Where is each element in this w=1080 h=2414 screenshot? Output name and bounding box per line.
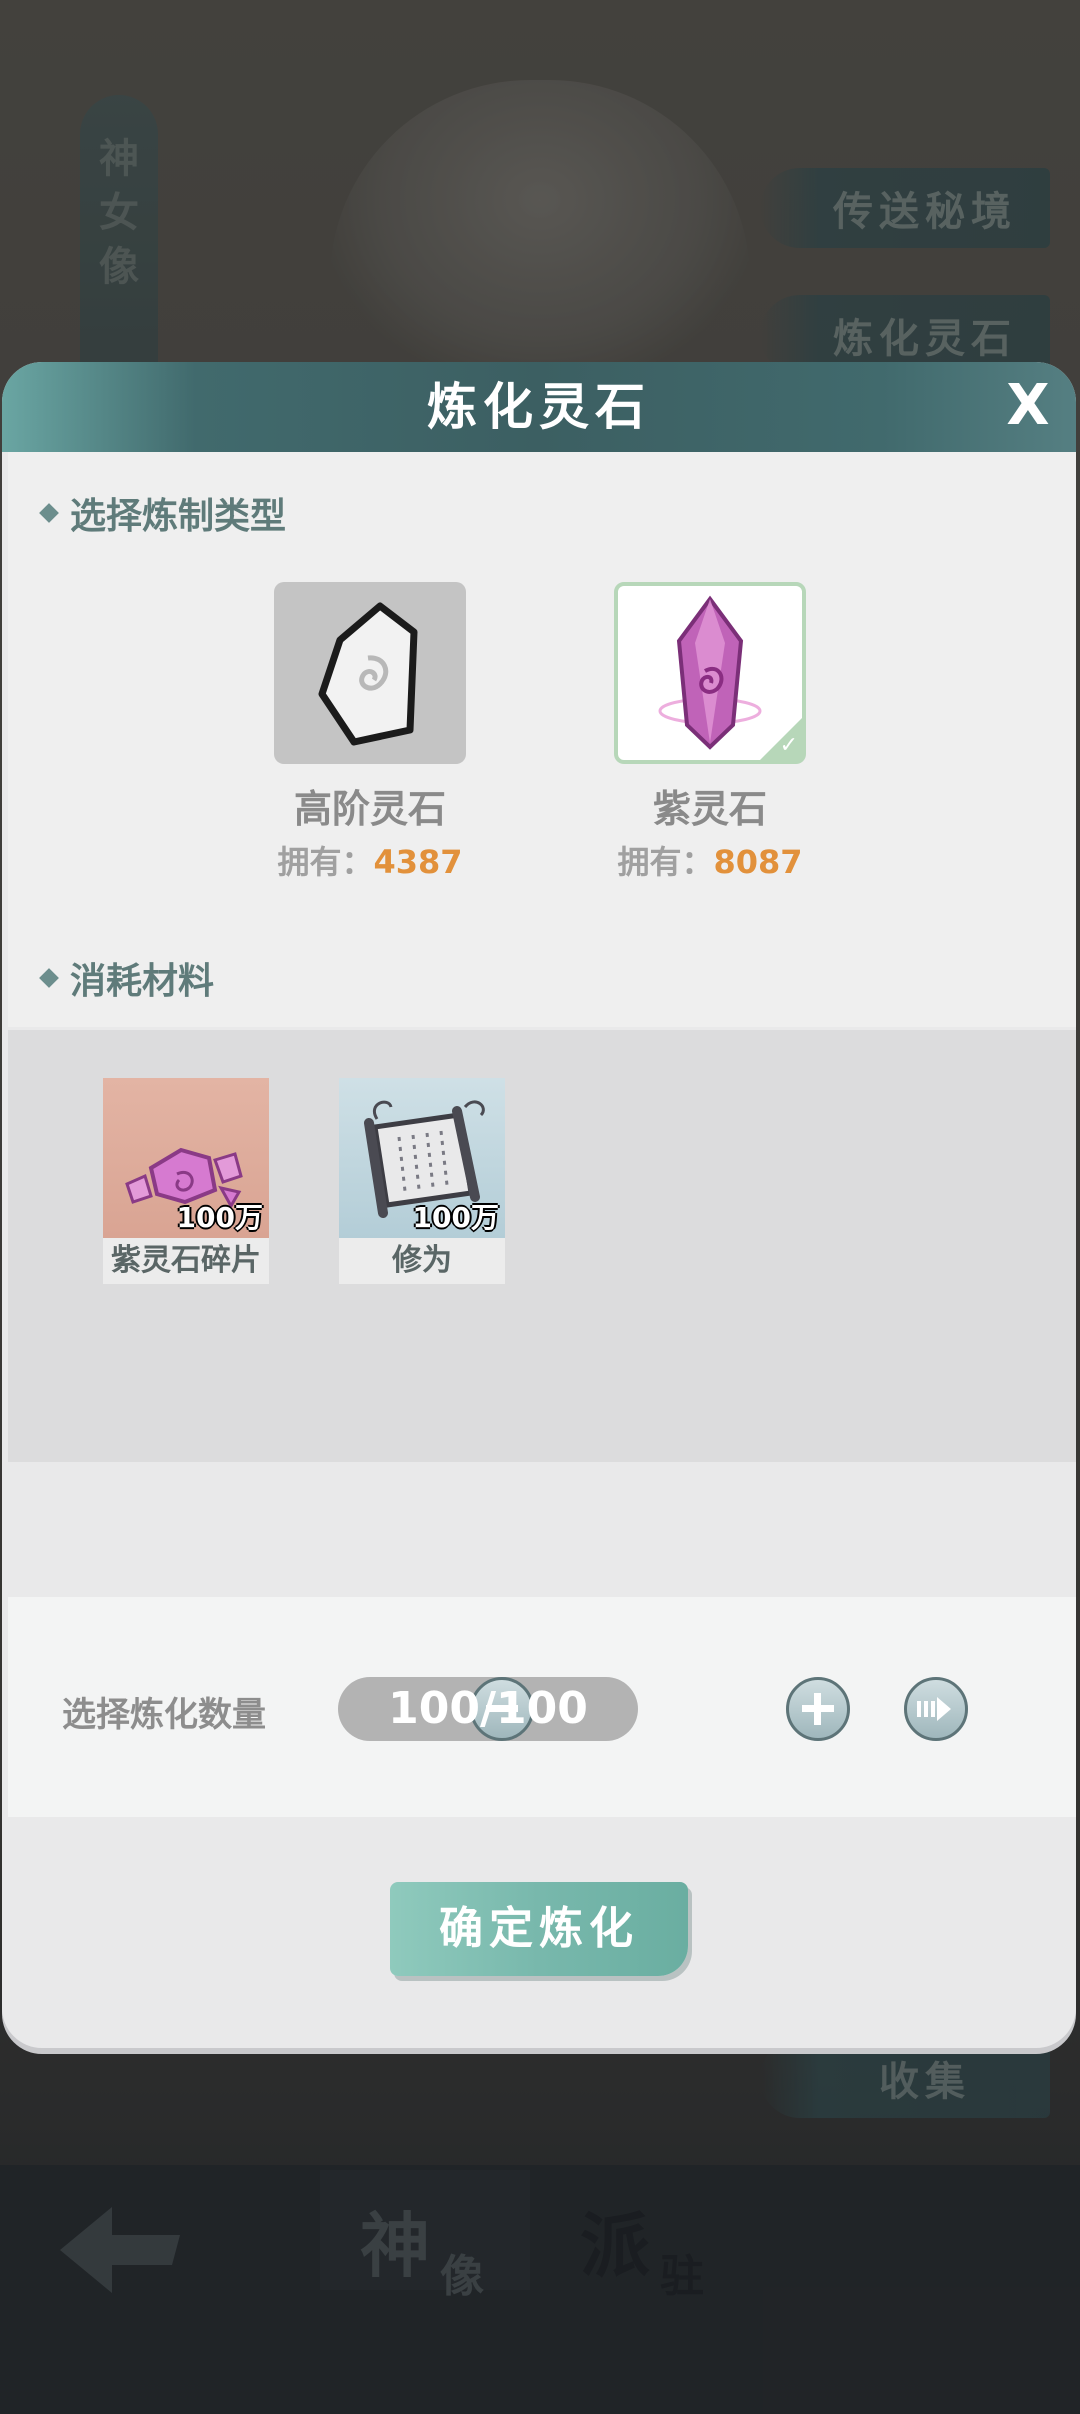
- quantity-max-button[interactable]: [904, 1677, 968, 1741]
- section-materials-label: 消耗材料: [70, 961, 215, 1002]
- stone-name: 高阶灵石: [293, 787, 446, 831]
- quantity-increase-button[interactable]: [786, 1677, 850, 1741]
- stone-option-box: [274, 582, 466, 764]
- diamond-icon: [39, 968, 59, 988]
- material-item[interactable]: 100万 修为: [339, 1078, 505, 1284]
- section-select-type-label: 选择炼制类型: [70, 496, 287, 537]
- material-quantity: 100万: [176, 1201, 263, 1234]
- arrow-right-double-icon: [917, 1697, 951, 1721]
- owned-count: 8087: [713, 843, 803, 881]
- quantity-label: 选择炼化数量: [62, 1695, 266, 1735]
- owned-label: 拥有：: [617, 843, 714, 881]
- dialog-title: 炼化灵石: [427, 378, 651, 436]
- quantity-panel: 选择炼化数量 100/100: [8, 1597, 1076, 1817]
- white-stone-icon: [318, 602, 418, 746]
- section-materials: 消耗材料: [39, 952, 215, 1004]
- owned-count: 4387: [373, 843, 463, 881]
- purple-crystal-icon: [658, 595, 762, 750]
- confirm-refine-button[interactable]: 确定炼化: [390, 1882, 688, 1976]
- stone-option-purple[interactable]: ✓ 紫灵石 拥有：8087: [614, 582, 806, 883]
- section-select-type: 选择炼制类型: [39, 487, 287, 539]
- material-image: 100万: [103, 1078, 269, 1238]
- material-quantity: 100万: [412, 1201, 499, 1234]
- refine-stone-dialog: 炼化灵石 X 选择炼制类型 高阶灵石 拥有：4387 ✓ 紫灵石 拥有：8087…: [2, 362, 1076, 2048]
- plus-icon: [802, 1693, 834, 1725]
- material-image: 100万: [339, 1078, 505, 1238]
- diamond-icon: [39, 503, 59, 523]
- material-name: 紫灵石碎片: [103, 1238, 269, 1284]
- stone-option-high-grade[interactable]: 高阶灵石 拥有：4387: [274, 582, 466, 883]
- material-name: 修为: [339, 1238, 505, 1284]
- stone-owned: 拥有：4387: [274, 837, 466, 883]
- stone-name: 紫灵石: [652, 787, 767, 831]
- check-icon: ✓: [779, 733, 798, 758]
- owned-label: 拥有：: [277, 843, 374, 881]
- material-item[interactable]: 100万 紫灵石碎片: [103, 1078, 269, 1284]
- stone-owned: 拥有：8087: [614, 837, 806, 883]
- stone-option-box-selected: ✓: [614, 582, 806, 764]
- close-button[interactable]: X: [998, 376, 1058, 436]
- quantity-value: 100/100: [388, 1683, 588, 1734]
